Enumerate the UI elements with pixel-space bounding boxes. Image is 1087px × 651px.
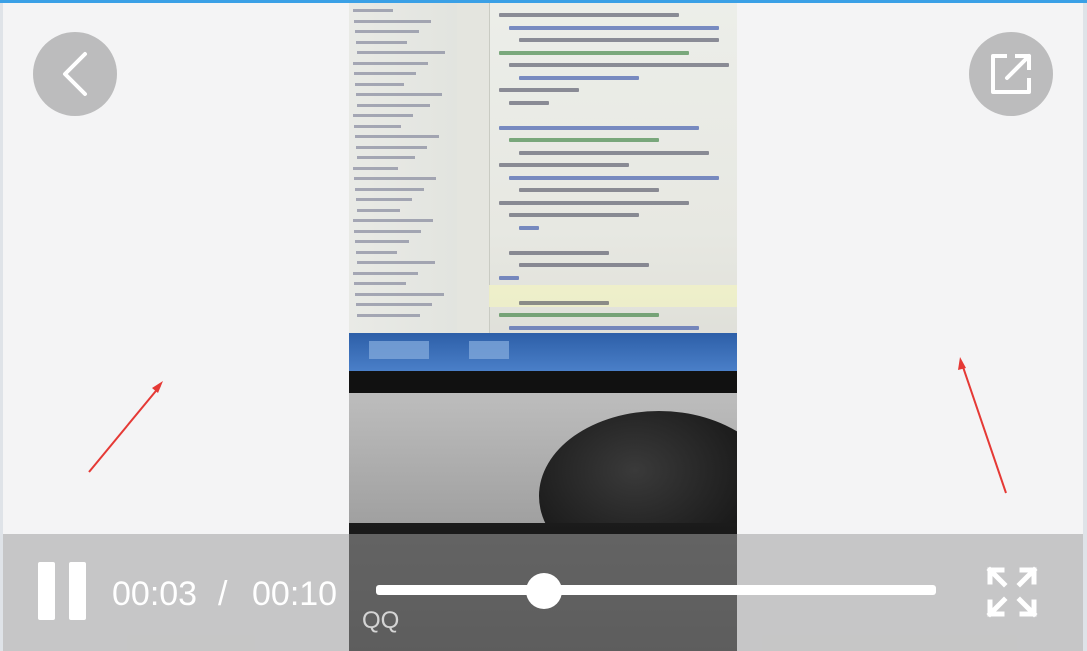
pause-icon: [38, 562, 55, 620]
pause-button[interactable]: [38, 562, 88, 620]
time-separator: /: [218, 575, 228, 613]
pause-icon-bar: [69, 562, 86, 620]
qq-watermark: QQ: [362, 607, 400, 634]
progress-track[interactable]: [376, 585, 936, 595]
fullscreen-button[interactable]: [984, 564, 1040, 620]
annotation-arrow-left: [88, 381, 163, 473]
annotation-arrow-right: [958, 357, 1007, 494]
progress-thumb[interactable]: [526, 573, 562, 609]
duration-time: 00:10: [252, 575, 338, 613]
fullscreen-icon: [986, 566, 1038, 618]
current-time: 00:03: [112, 575, 198, 613]
